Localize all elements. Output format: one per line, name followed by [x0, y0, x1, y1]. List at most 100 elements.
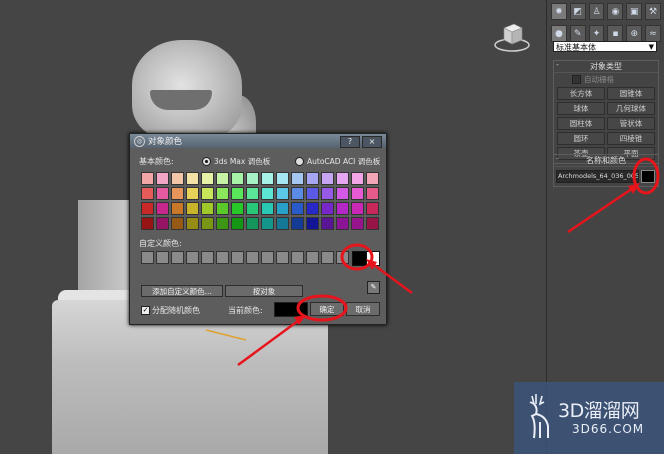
utilities-icon[interactable]: ⚒	[645, 3, 661, 20]
collapse-icon[interactable]: -	[556, 154, 559, 163]
palette-swatch[interactable]	[336, 172, 349, 185]
palette-swatch[interactable]	[186, 217, 199, 230]
palette-swatch[interactable]	[336, 202, 349, 215]
cancel-button[interactable]: 取消	[346, 302, 380, 316]
palette-swatch[interactable]	[321, 202, 334, 215]
modify-icon[interactable]: ◩	[569, 3, 586, 20]
palette-swatch[interactable]	[306, 172, 319, 185]
add-custom-color-button[interactable]: 添加自定义颜色...	[141, 285, 223, 297]
palette-swatch[interactable]	[366, 217, 379, 230]
custom-color-swatch[interactable]	[201, 251, 214, 264]
palette-swatch[interactable]	[171, 187, 184, 200]
palette-swatch[interactable]	[231, 202, 244, 215]
palette-swatch[interactable]	[336, 217, 349, 230]
selected-color-swatch[interactable]	[352, 251, 367, 266]
color-slider[interactable]	[366, 251, 380, 266]
custom-color-swatch[interactable]	[276, 251, 289, 264]
autogrid-checkbox[interactable]	[572, 75, 581, 84]
palette-swatch[interactable]	[366, 202, 379, 215]
palette-swatch[interactable]	[291, 217, 304, 230]
ok-button[interactable]: 确定	[310, 302, 344, 316]
palette-swatch[interactable]	[216, 217, 229, 230]
palette-swatch[interactable]	[261, 217, 274, 230]
palette-swatch[interactable]	[201, 217, 214, 230]
eyedropper-icon[interactable]: ✎	[367, 281, 380, 294]
sphere-button[interactable]: 球体	[557, 102, 605, 115]
radio-unselected-icon[interactable]	[295, 157, 304, 166]
object-color-swatch[interactable]	[641, 170, 655, 183]
custom-color-swatch[interactable]	[231, 251, 244, 264]
palette-swatch[interactable]	[246, 202, 259, 215]
motion-icon[interactable]: ◉	[607, 3, 624, 20]
geosphere-button[interactable]: 几何球体	[607, 102, 655, 115]
dialog-titlebar[interactable]: ◎ 对象颜色 ? ×	[130, 134, 386, 148]
palette-swatch[interactable]	[171, 202, 184, 215]
custom-color-swatch[interactable]	[171, 251, 184, 264]
hierarchy-icon[interactable]: ♙	[588, 3, 605, 20]
name-color-header[interactable]: - 名称和颜色	[554, 154, 658, 167]
helpers-icon[interactable]: ⊕	[626, 25, 643, 42]
tube-button[interactable]: 管状体	[607, 117, 655, 130]
geometry-icon[interactable]: ●	[551, 25, 567, 42]
palette-swatch[interactable]	[246, 187, 259, 200]
palette-swatch[interactable]	[216, 187, 229, 200]
custom-color-swatch[interactable]	[306, 251, 319, 264]
lights-icon[interactable]: ✦	[588, 25, 605, 42]
custom-color-swatch[interactable]	[186, 251, 199, 264]
palette-swatch[interactable]	[216, 202, 229, 215]
palette-swatch[interactable]	[261, 172, 274, 185]
palette-swatch[interactable]	[201, 187, 214, 200]
palette-swatch[interactable]	[366, 187, 379, 200]
palette-swatch[interactable]	[321, 172, 334, 185]
palette-swatch[interactable]	[306, 187, 319, 200]
palette-swatch[interactable]	[141, 187, 154, 200]
radio-autocad-palette[interactable]: AutoCAD ACI 调色板	[295, 156, 380, 167]
help-button[interactable]: ?	[340, 136, 360, 148]
palette-swatch[interactable]	[261, 187, 274, 200]
collapse-icon[interactable]: -	[556, 60, 559, 69]
palette-swatch[interactable]	[261, 202, 274, 215]
palette-swatch[interactable]	[246, 172, 259, 185]
create-icon[interactable]: ✸	[551, 3, 567, 20]
torus-button[interactable]: 圆环	[557, 132, 605, 145]
cylinder-button[interactable]: 圆柱体	[557, 117, 605, 130]
palette-swatch[interactable]	[156, 172, 169, 185]
palette-swatch[interactable]	[186, 172, 199, 185]
palette-swatch[interactable]	[156, 187, 169, 200]
custom-color-swatch[interactable]	[216, 251, 229, 264]
radio-3dsmax-palette[interactable]: 3ds Max 调色板	[202, 156, 270, 167]
shapes-icon[interactable]: ✎	[569, 25, 586, 42]
palette-swatch[interactable]	[141, 202, 154, 215]
palette-swatch[interactable]	[201, 172, 214, 185]
custom-color-swatch[interactable]	[336, 251, 349, 264]
palette-swatch[interactable]	[156, 202, 169, 215]
palette-swatch[interactable]	[231, 172, 244, 185]
display-icon[interactable]: ▣	[626, 3, 643, 20]
palette-swatch[interactable]	[351, 187, 364, 200]
spacewarps-icon[interactable]: ≈	[645, 25, 661, 42]
primitive-type-dropdown[interactable]: 标准基本体 ▼	[553, 41, 657, 52]
palette-swatch[interactable]	[186, 202, 199, 215]
palette-swatch[interactable]	[141, 217, 154, 230]
by-object-button[interactable]: 按对象	[225, 285, 303, 297]
palette-swatch[interactable]	[336, 187, 349, 200]
pyramid-button[interactable]: 四棱锥	[607, 132, 655, 145]
custom-color-swatch[interactable]	[246, 251, 259, 264]
palette-swatch[interactable]	[291, 172, 304, 185]
palette-swatch[interactable]	[141, 172, 154, 185]
palette-swatch[interactable]	[201, 202, 214, 215]
palette-swatch[interactable]	[351, 172, 364, 185]
palette-swatch[interactable]	[186, 187, 199, 200]
palette-swatch[interactable]	[171, 172, 184, 185]
cameras-icon[interactable]: ▪	[607, 25, 624, 42]
random-color-checkbox[interactable]: ✓	[141, 306, 150, 315]
palette-swatch[interactable]	[231, 187, 244, 200]
palette-swatch[interactable]	[171, 217, 184, 230]
palette-swatch[interactable]	[351, 217, 364, 230]
custom-color-swatch[interactable]	[156, 251, 169, 264]
custom-color-swatch[interactable]	[321, 251, 334, 264]
palette-swatch[interactable]	[276, 172, 289, 185]
palette-swatch[interactable]	[306, 217, 319, 230]
palette-swatch[interactable]	[366, 172, 379, 185]
viewcube-icon[interactable]	[494, 22, 530, 52]
